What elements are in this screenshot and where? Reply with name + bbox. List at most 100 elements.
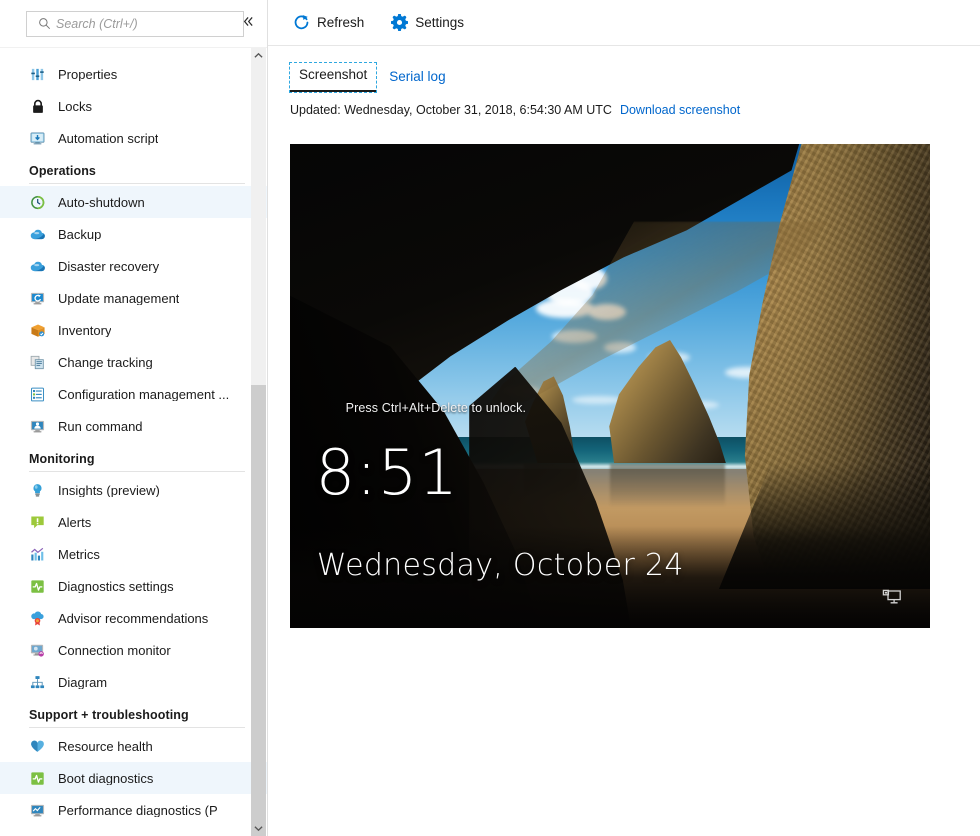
search-box[interactable] <box>26 11 244 37</box>
cloud-recovery-icon <box>29 258 46 275</box>
screenshot-meta-row: Updated: Wednesday, October 31, 2018, 6:… <box>268 92 980 117</box>
sidebar-item-run-command[interactable]: Run command <box>0 410 267 442</box>
sidebar-item-auto-shutdown[interactable]: Auto-shutdown <box>0 186 267 218</box>
sidebar-item-boot-diagnostics[interactable]: Boot diagnostics <box>0 762 267 794</box>
command-bar: Refresh <box>268 0 980 46</box>
sidebar-item-label: Performance diagnostics (P <box>58 804 218 817</box>
nav-group-divider <box>29 183 245 184</box>
resource-menu-sidebar: Properties Locks Automation script Operatio… <box>0 0 268 836</box>
sidebar-item-label: Diagram <box>58 676 107 689</box>
azure-portal-blade: Properties Locks Automation script Operatio… <box>0 0 980 836</box>
refresh-icon <box>292 14 310 32</box>
collapse-menu-button[interactable] <box>237 10 259 32</box>
double-chevron-left-icon <box>242 15 255 28</box>
clock-icon <box>29 194 46 211</box>
sidebar-item-change-tracking[interactable]: Change tracking <box>0 346 267 378</box>
heart-health-icon <box>29 738 46 755</box>
sidebar-item-metrics[interactable]: Metrics <box>0 538 267 570</box>
sidebar-top-bar <box>0 0 267 48</box>
sidebar-item-label: Alerts <box>58 516 91 529</box>
lock-screen-time: 8:51 <box>316 442 459 504</box>
search-icon <box>34 17 54 30</box>
sidebar-item-connection-monitor[interactable]: Connection monitor <box>0 634 267 666</box>
sidebar-item-label: Diagnostics settings <box>58 580 174 593</box>
sidebar-item-label: Boot diagnostics <box>58 772 153 785</box>
sidebar-scrollbar[interactable] <box>251 48 266 836</box>
lock-icon <box>29 98 46 115</box>
sidebar-item-diagnostics-settings[interactable]: Diagnostics settings <box>0 570 267 602</box>
sidebar-item-inventory[interactable]: Inventory <box>0 314 267 346</box>
run-command-icon <box>29 418 46 435</box>
sidebar-item-label: Insights (preview) <box>58 484 160 497</box>
nav-group-header: Monitoring <box>0 442 267 471</box>
performance-diagnostics-icon <box>29 802 46 819</box>
sidebar-item-disaster-recovery[interactable]: Disaster recovery <box>0 250 267 282</box>
sidebar-item-label: Automation script <box>58 132 158 145</box>
sidebar-item-update-management[interactable]: Update management <box>0 282 267 314</box>
sidebar-item-label: Configuration management ... <box>58 388 229 401</box>
sidebar-item-label: Inventory <box>58 324 111 337</box>
config-list-icon <box>29 386 46 403</box>
change-tracking-icon <box>29 354 46 371</box>
sidebar-item-alerts[interactable]: Alerts <box>0 506 267 538</box>
automation-script-icon <box>29 130 46 147</box>
sidebar-item-label: Connection monitor <box>58 644 171 657</box>
scroll-up-arrow-icon[interactable] <box>251 48 266 63</box>
nav-group-header: Operations <box>0 154 267 183</box>
lock-screen-date: Wednesday, October 24 <box>317 551 684 581</box>
diagnostics-pulse-icon <box>29 578 46 595</box>
connection-monitor-icon <box>29 642 46 659</box>
lock-screen-render: Press Ctrl+Alt+Delete to unlock. 8:51 We… <box>290 144 930 628</box>
refresh-button[interactable]: Refresh <box>290 8 366 38</box>
sidebar-item-label: Change tracking <box>58 356 153 369</box>
update-monitor-icon <box>29 290 46 307</box>
sliders-icon <box>29 66 46 83</box>
boot-diagnostics-panel: Refresh <box>268 0 980 836</box>
sidebar-item-properties[interactable]: Properties <box>0 58 267 90</box>
sidebar-item-label: Properties <box>58 68 117 81</box>
sidebar-item-advisor-recommendations[interactable]: Advisor recommendations <box>0 602 267 634</box>
boot-diagnostics-icon <box>29 770 46 787</box>
settings-button[interactable]: Settings <box>388 8 466 38</box>
nav-group-header: Support + troubleshooting <box>0 698 267 727</box>
sidebar-item-label: Advisor recommendations <box>58 612 208 625</box>
vm-screenshot-image[interactable]: Press Ctrl+Alt+Delete to unlock. 8:51 We… <box>290 144 930 628</box>
sidebar-item-backup[interactable]: Backup <box>0 218 267 250</box>
sidebar-scroll-region: Properties Locks Automation script Operatio… <box>0 48 267 836</box>
lightbulb-icon <box>29 482 46 499</box>
scroll-down-arrow-icon[interactable] <box>251 821 266 836</box>
sidebar-item-configuration-management[interactable]: Configuration management ... <box>0 378 267 410</box>
scrollbar-thumb[interactable] <box>251 385 266 834</box>
nav-group-divider <box>29 727 245 728</box>
refresh-label: Refresh <box>317 15 364 30</box>
metrics-chart-icon <box>29 546 46 563</box>
unlock-hint-text: Press Ctrl+Alt+Delete to unlock. <box>346 401 526 415</box>
sidebar-item-resource-health[interactable]: Resource health <box>0 730 267 762</box>
inventory-box-icon <box>29 322 46 339</box>
sidebar-item-diagram[interactable]: Diagram <box>0 666 267 698</box>
sidebar-item-label: Update management <box>58 292 179 305</box>
sidebar-item-insights-preview[interactable]: Insights (preview) <box>0 474 267 506</box>
sidebar-item-locks[interactable]: Locks <box>0 90 267 122</box>
sidebar-item-label: Run command <box>58 420 143 433</box>
sea-stack-large-reflection <box>610 464 725 508</box>
sidebar-item-label: Metrics <box>58 548 100 561</box>
tab-serial-log[interactable]: Serial log <box>380 65 454 92</box>
nav-group-divider <box>29 471 245 472</box>
sidebar-item-label: Resource health <box>58 740 153 753</box>
sidebar-item-automation-script[interactable]: Automation script <box>0 122 267 154</box>
cloud-backup-icon <box>29 226 46 243</box>
gear-icon <box>390 14 408 32</box>
resource-menu-list: Properties Locks Automation script Operatio… <box>0 48 267 826</box>
sidebar-item-performance-diagnostics-p[interactable]: Performance diagnostics (P <box>0 794 267 826</box>
panel-tabs: ScreenshotSerial log <box>268 46 980 92</box>
sidebar-item-label: Auto-shutdown <box>58 196 145 209</box>
advisor-ribbon-icon <box>29 610 46 627</box>
alert-bell-icon <box>29 514 46 531</box>
tab-screenshot[interactable]: Screenshot <box>290 63 376 92</box>
network-monitor-icon <box>882 589 902 607</box>
search-input[interactable] <box>54 12 243 36</box>
download-screenshot-link[interactable]: Download screenshot <box>620 103 740 117</box>
sidebar-item-label: Locks <box>58 100 92 113</box>
sidebar-item-label: Disaster recovery <box>58 260 159 273</box>
